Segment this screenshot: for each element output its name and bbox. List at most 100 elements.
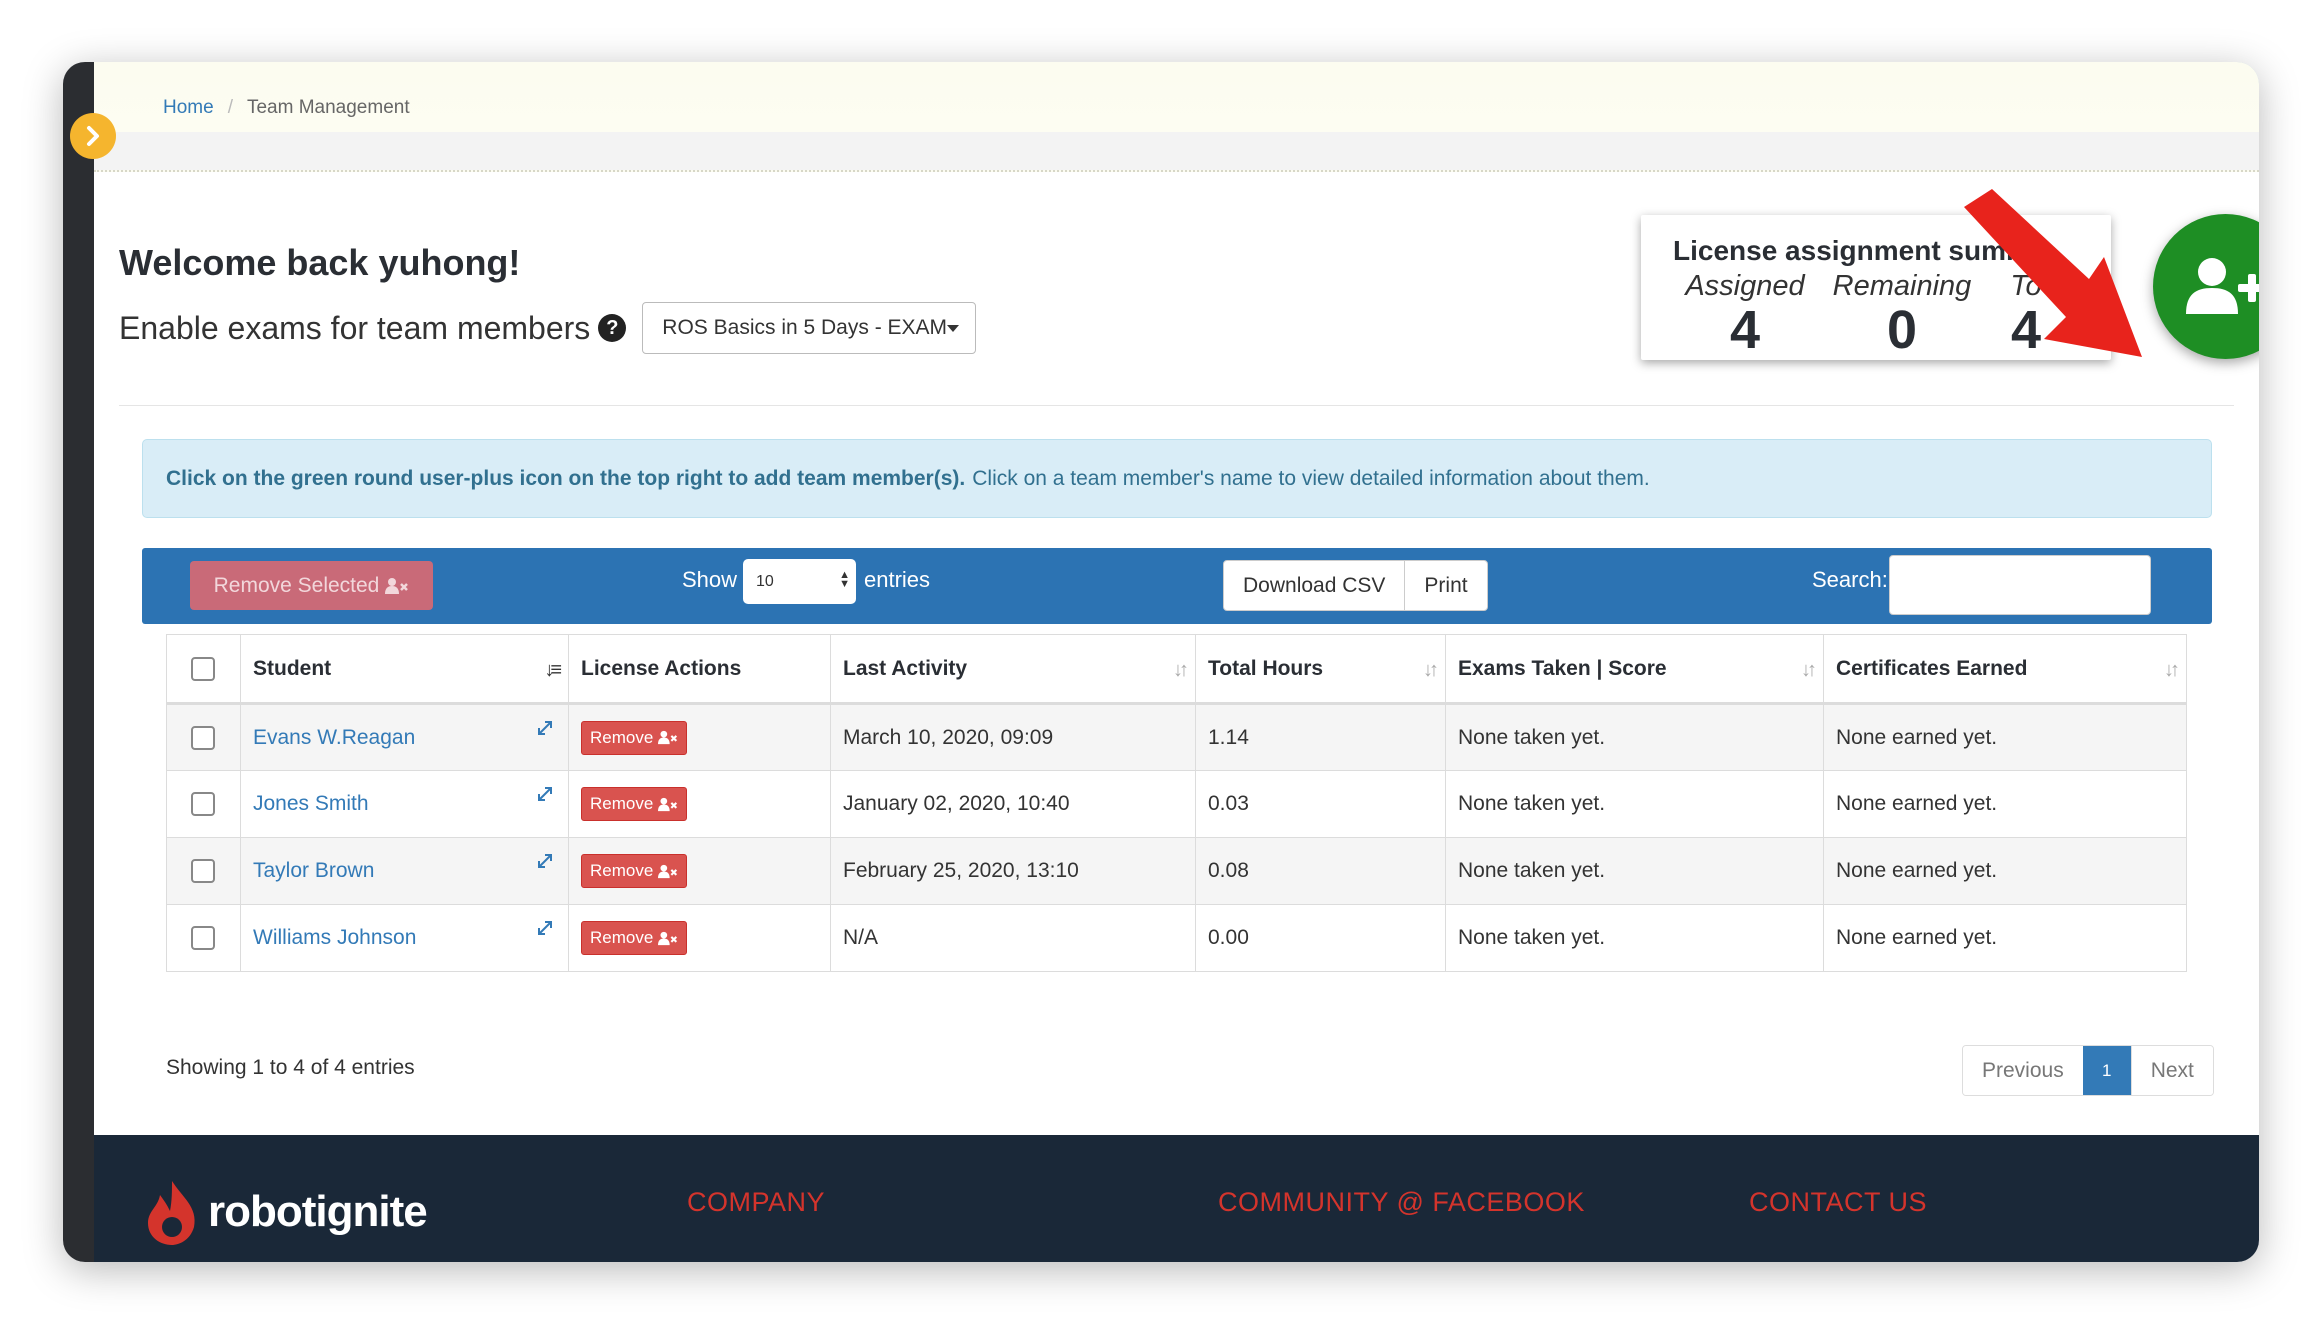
header-license-actions: License Actions: [568, 634, 831, 705]
remove-selected-button[interactable]: Remove Selected: [190, 561, 433, 610]
footer-company[interactable]: COMPANY: [687, 1187, 825, 1218]
table-header-row: Student ↓≡ License Actions Last Activity ↓…: [166, 634, 2187, 705]
pagination-page-1[interactable]: 1: [2082, 1046, 2131, 1095]
caret-down-icon: [947, 325, 960, 332]
exam-dropdown[interactable]: ROS Basics in 5 Days - EXAM: [642, 302, 977, 354]
annotation-arrow-icon: [1964, 189, 2142, 357]
exams-cell: None taken yet.: [1445, 904, 1824, 972]
export-button-group: Download CSV Print: [1223, 560, 1488, 611]
total-hours-cell: 0.03: [1195, 770, 1446, 838]
row-checkbox[interactable]: [191, 725, 215, 750]
exams-cell: None taken yet.: [1445, 837, 1824, 905]
site-footer: robotignite COMPANY COMMUNITY @ FACEBOOK…: [94, 1135, 2259, 1262]
remove-selected-label: Remove Selected: [213, 573, 380, 597]
pagination-next[interactable]: Next: [2130, 1046, 2213, 1095]
expand-icon[interactable]: [536, 785, 554, 803]
row-checkbox[interactable]: [191, 859, 215, 883]
exam-dropdown-value: ROS Basics in 5 Days - EXAM: [662, 316, 948, 339]
expand-icon[interactable]: [536, 852, 554, 870]
enable-exams-row: Enable exams for team members ? ROS Basi…: [119, 302, 977, 354]
table-toolbar: Remove Selected Show 10 ▲ ▼ entries Downl…: [142, 548, 2212, 624]
license-actions-cell: Remove: [568, 703, 831, 771]
expand-icon[interactable]: [536, 919, 554, 937]
question-circle-icon[interactable]: ?: [598, 314, 627, 342]
footer-community[interactable]: COMMUNITY @ FACEBOOK: [1218, 1187, 1585, 1218]
entries-per-page-value: 10: [756, 572, 774, 590]
user-times-icon: [658, 730, 678, 745]
breadcrumb: Home / Team Management: [163, 97, 410, 119]
breadcrumb-home-link[interactable]: Home: [163, 97, 214, 118]
footer-logo[interactable]: robotignite: [142, 1177, 428, 1247]
remove-member-button[interactable]: Remove: [581, 854, 688, 888]
entries-per-page-select[interactable]: 10 ▲ ▼: [743, 559, 856, 604]
flame-logo-icon: [148, 1181, 195, 1245]
student-cell: Williams Johnson: [240, 904, 569, 972]
expand-icon[interactable]: [536, 719, 554, 737]
student-cell: Jones Smith: [240, 770, 569, 838]
pagination: Previous 1 Next: [1962, 1045, 2214, 1096]
select-all-checkbox[interactable]: [191, 656, 215, 681]
header-last-activity[interactable]: Last Activity ↓↑: [830, 634, 1196, 705]
show-label: Show: [682, 567, 738, 592]
enable-exams-label: Enable exams for team members: [119, 309, 591, 346]
row-checkbox-cell: [166, 770, 241, 838]
row-checkbox-cell: [166, 703, 241, 771]
add-team-member-button[interactable]: [2153, 214, 2259, 359]
certificates-cell: None earned yet.: [1823, 703, 2187, 771]
student-name-link[interactable]: Taylor Brown: [253, 859, 374, 882]
sort-alpha-icon[interactable]: ↓≡: [544, 659, 562, 682]
certificates-cell: None earned yet.: [1823, 837, 2187, 905]
student-name-link[interactable]: Evans W.Reagan: [253, 726, 415, 749]
row-checkbox[interactable]: [191, 926, 215, 950]
remove-member-button[interactable]: Remove: [581, 787, 688, 821]
section-divider: [119, 405, 2234, 406]
print-button[interactable]: Print: [1405, 561, 1486, 610]
footer-contact[interactable]: CONTACT US: [1749, 1187, 1927, 1218]
sort-icon[interactable]: ↓↑: [1423, 659, 1439, 682]
total-hours-cell: 1.14: [1195, 703, 1446, 771]
user-plus-icon: [2185, 257, 2259, 314]
search-label: Search:: [1812, 567, 1888, 592]
header-certificates[interactable]: Certificates Earned ↓↑: [1823, 634, 2187, 705]
row-checkbox-cell: [166, 904, 241, 972]
remove-member-button[interactable]: Remove: [581, 720, 688, 755]
info-alert-bold: Click on the green round user-plus icon …: [166, 466, 966, 490]
student-cell: Evans W.Reagan: [240, 703, 569, 771]
last-activity-cell: N/A: [830, 904, 1196, 972]
certificates-cell: None earned yet.: [1823, 770, 2187, 838]
sidebar-expand-toggle[interactable]: [70, 113, 116, 159]
student-name-link[interactable]: Williams Johnson: [253, 926, 416, 949]
certificates-cell: None earned yet.: [1823, 904, 2187, 972]
browser-window: Home / Team Management Welcome back yuhong…: [63, 62, 2259, 1262]
row-checkbox[interactable]: [191, 792, 215, 816]
header-total-hours[interactable]: Total Hours ↓↑: [1195, 634, 1446, 705]
user-times-icon: [658, 797, 678, 811]
sort-icon[interactable]: ↓↑: [2164, 659, 2180, 682]
header-exams-taken[interactable]: Exams Taken | Score ↓↑: [1445, 634, 1824, 705]
info-alert: Click on the green round user-plus icon …: [142, 439, 2212, 518]
sort-icon[interactable]: ↓↑: [1173, 659, 1189, 682]
license-actions-cell: Remove: [568, 837, 831, 905]
breadcrumb-bar: Home / Team Management: [94, 62, 2259, 172]
summary-assigned: Assigned 4: [1679, 270, 1811, 357]
breadcrumb-separator: /: [227, 97, 233, 118]
exams-cell: None taken yet.: [1445, 770, 1824, 838]
total-hours-cell: 0.08: [1195, 837, 1446, 905]
student-name-link[interactable]: Jones Smith: [253, 792, 369, 815]
user-times-icon: [385, 577, 409, 594]
search-input[interactable]: [1889, 555, 2151, 615]
pagination-previous[interactable]: Previous: [1963, 1046, 2083, 1095]
remove-member-button[interactable]: Remove: [581, 921, 688, 955]
info-alert-text: Click on a team member's name to view de…: [972, 466, 1650, 490]
student-cell: Taylor Brown: [240, 837, 569, 905]
exams-cell: None taken yet.: [1445, 703, 1824, 771]
license-actions-cell: Remove: [568, 904, 831, 972]
user-times-icon: [658, 864, 678, 878]
assigned-value: 4: [1729, 300, 1761, 360]
updown-arrows-icon: ▲ ▼: [839, 569, 850, 590]
download-csv-button[interactable]: Download CSV: [1224, 561, 1404, 610]
header-student[interactable]: Student ↓≡: [240, 634, 569, 705]
sort-icon[interactable]: ↓↑: [1801, 659, 1817, 682]
table-row: Evans W.Reagan Remove March 10, 2020, 09…: [166, 703, 2187, 771]
license-actions-cell: Remove: [568, 770, 831, 838]
